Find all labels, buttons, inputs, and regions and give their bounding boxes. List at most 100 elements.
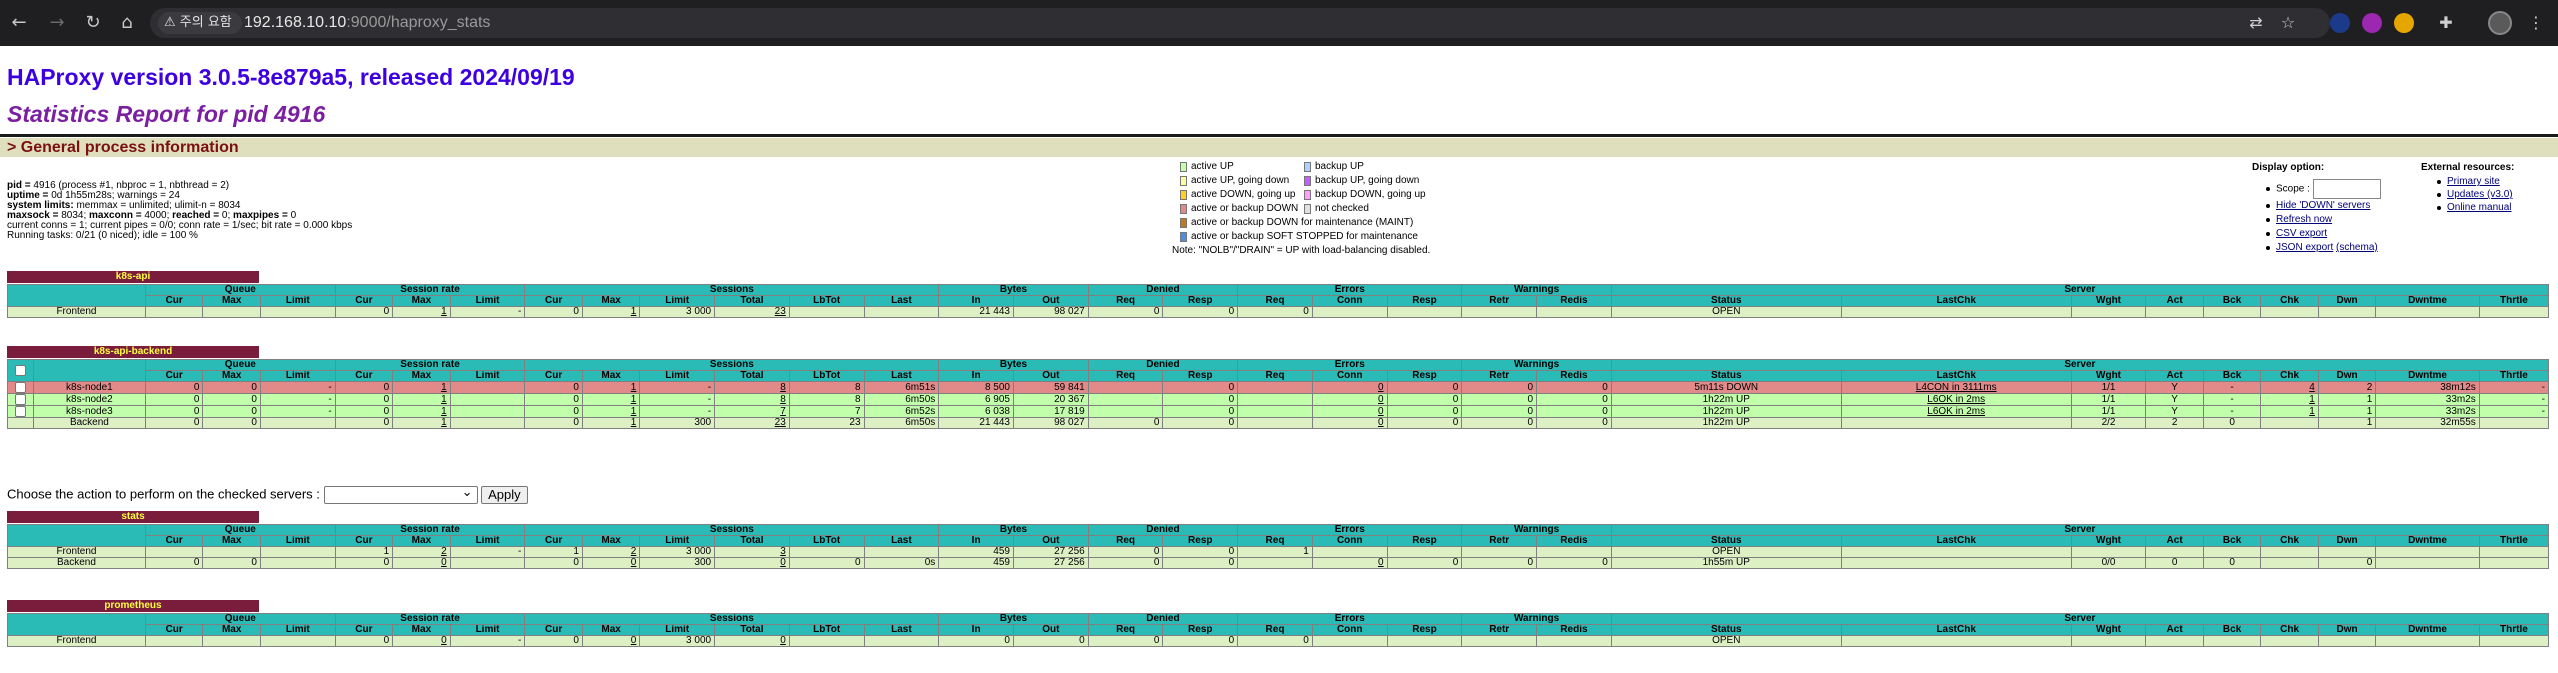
cell-max[interactable]: 0 — [392, 635, 451, 647]
cell-total[interactable]: 8 — [714, 380, 790, 395]
cell-lastchk[interactable]: L4CON in 3111ms — [1840, 380, 2072, 395]
col-header-limit: Limit — [639, 370, 716, 382]
online-manual-link[interactable]: Online manual — [2447, 202, 2511, 213]
cell-conn[interactable]: 0 — [1311, 417, 1388, 430]
proxy-name-stats[interactable]: stats — [7, 511, 259, 523]
row-select-cell — [7, 417, 34, 430]
cell-chk[interactable]: 1 — [2260, 393, 2319, 407]
cell-total[interactable]: 3 — [714, 546, 790, 558]
col-header-req: Req — [1237, 295, 1313, 307]
schema-link[interactable]: (schema) — [2336, 242, 2378, 253]
download-extension-icon[interactable] — [2362, 13, 2382, 33]
cell-req — [1237, 380, 1313, 395]
cell-out: 98 027 — [1012, 306, 1089, 318]
profile-avatar[interactable] — [2488, 11, 2512, 35]
cell-max[interactable]: 1 — [392, 380, 451, 395]
cell-wght: 1/1 — [2070, 405, 2147, 419]
forward-icon[interactable]: → — [44, 11, 70, 35]
cell-max[interactable]: 1 — [581, 405, 641, 419]
cell-max[interactable]: 1 — [392, 306, 451, 318]
cell-wght: 1/1 — [2070, 380, 2147, 395]
cell-max[interactable]: 1 — [581, 417, 641, 430]
row-select-cell — [7, 393, 34, 407]
csv-export-link[interactable]: CSV export — [2276, 228, 2327, 239]
select-all-checkbox[interactable] — [14, 364, 26, 376]
cell-cur — [144, 546, 204, 558]
cell-chk[interactable]: 4 — [2260, 380, 2319, 395]
translate-icon[interactable]: ⇄ — [2244, 11, 2268, 35]
col-header-out: Out — [1012, 535, 1089, 547]
cell-conn[interactable]: 0 — [1311, 405, 1388, 419]
reload-icon[interactable]: ↻ — [80, 11, 106, 35]
apply-button[interactable]: Apply — [481, 486, 528, 504]
hide-down-link[interactable]: Hide 'DOWN' servers — [2276, 200, 2370, 211]
cell-max[interactable]: 1 — [392, 405, 451, 419]
refresh-link[interactable]: Refresh now — [2276, 214, 2332, 225]
group-header-server: Server — [1610, 613, 2550, 625]
cell-lbtot — [788, 306, 865, 318]
proxy-name-k8s-api[interactable]: k8s-api — [7, 271, 259, 283]
cell-chk[interactable]: 1 — [2260, 405, 2319, 419]
proxy-name-k8s-api-backend[interactable]: k8s-api-backend — [7, 346, 259, 358]
cell-dwntme: 33m2s — [2375, 405, 2480, 419]
stats-table-prometheus: Queue Session rate Sessions Bytes Denied Erro… — [7, 613, 2550, 647]
row-select-checkbox[interactable] — [14, 406, 26, 417]
col-header-cur: Cur — [524, 295, 583, 307]
json-export-link[interactable]: JSON export — [2276, 242, 2333, 253]
cell-total[interactable]: 23 — [714, 417, 790, 430]
updates-link[interactable]: Updates (v3.0) — [2447, 189, 2513, 200]
cell-dwn: 0 — [2317, 557, 2377, 569]
cell-dwntme: 33m2s — [2375, 393, 2480, 407]
primary-site-link[interactable]: Primary site — [2447, 176, 2500, 187]
row-select-checkbox[interactable] — [14, 382, 26, 393]
proxy-name-prometheus[interactable]: prometheus — [7, 600, 259, 612]
home-icon[interactable]: ⌂ — [114, 11, 140, 35]
cell-max[interactable]: 1 — [581, 306, 641, 318]
cell-max[interactable]: 1 — [392, 417, 451, 430]
cell-out: 27 256 — [1012, 557, 1089, 569]
scope-input[interactable] — [2312, 179, 2381, 199]
url-text[interactable]: 192.168.10.10:9000/haproxy_stats — [244, 8, 490, 38]
address-bar[interactable]: ⚠ 주의 요함 192.168.10.10:9000/haproxy_stats — [150, 8, 2330, 38]
cell-total[interactable]: 0 — [714, 557, 790, 569]
cell-dwntme — [2375, 635, 2480, 647]
col-header-req: Req — [1237, 624, 1313, 636]
cell-act: Y — [2145, 405, 2204, 419]
cell-total[interactable]: 23 — [714, 306, 790, 318]
cell-max[interactable]: 1 — [581, 380, 641, 395]
bookmark-star-icon[interactable]: ☆ — [2276, 11, 2300, 35]
cell-conn[interactable]: 0 — [1311, 393, 1388, 407]
row-select-checkbox[interactable] — [14, 394, 26, 405]
cell-max[interactable]: 2 — [581, 546, 641, 558]
cell-lastchk[interactable]: L6OK in 2ms — [1840, 405, 2072, 419]
cell-req: 0 — [1087, 306, 1164, 318]
group-header-denied: Denied — [1087, 524, 1239, 536]
action-select[interactable] — [323, 484, 478, 504]
cell-total[interactable]: 0 — [714, 635, 790, 647]
col-header-cur: Cur — [334, 624, 394, 636]
extension-icon[interactable] — [2330, 13, 2350, 33]
cell-total[interactable]: 7 — [714, 405, 790, 419]
cell-max[interactable]: 0 — [581, 557, 641, 569]
cell-conn[interactable]: 0 — [1311, 557, 1388, 569]
cell-max[interactable]: 2 — [392, 546, 451, 558]
cell-total[interactable]: 8 — [714, 393, 790, 407]
col-header-max: Max — [202, 535, 261, 547]
cell-resp: 0 — [1386, 405, 1463, 419]
cell-resp: 0 — [1162, 546, 1239, 558]
menu-kebab-icon[interactable]: ⋮ — [2524, 11, 2548, 35]
back-icon[interactable]: ← — [6, 11, 32, 35]
cell-conn[interactable]: 0 — [1311, 380, 1388, 395]
cell-max[interactable]: 1 — [581, 393, 641, 407]
security-warning-chip[interactable]: ⚠ 주의 요함 — [158, 12, 242, 34]
cell-max[interactable]: 0 — [392, 557, 451, 569]
cell-redis: 0 — [1536, 393, 1612, 407]
col-header-act: Act — [2145, 295, 2204, 307]
cell-max[interactable]: 0 — [581, 635, 641, 647]
col-header-bck: Bck — [2202, 370, 2262, 382]
extensions-puzzle-icon[interactable]: ✚ — [2434, 11, 2458, 35]
group-header-warnings: Warnings — [1461, 613, 1612, 625]
lightning-extension-icon[interactable] — [2394, 13, 2414, 33]
cell-max[interactable]: 1 — [392, 393, 451, 407]
cell-lastchk[interactable]: L6OK in 2ms — [1840, 393, 2072, 407]
